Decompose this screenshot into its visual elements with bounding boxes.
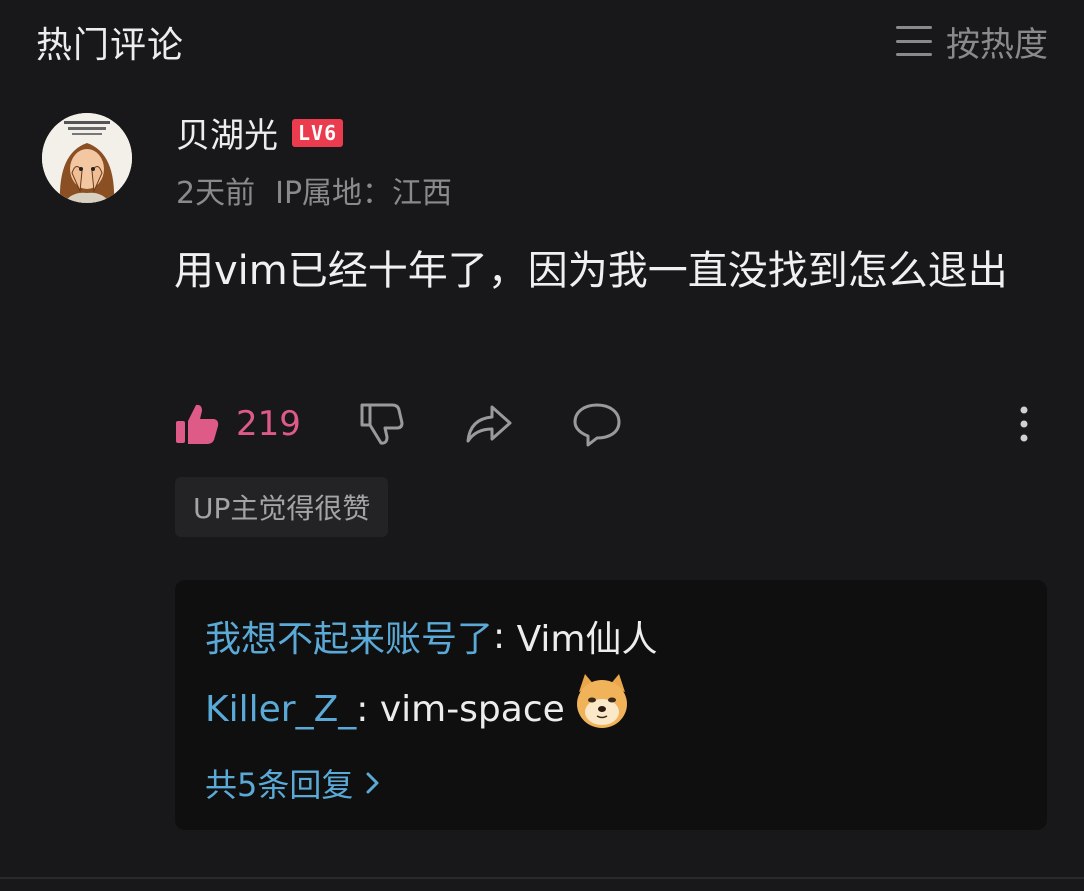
up-liked-tag: UP主觉得很赞 — [175, 477, 389, 537]
comment-time: 2天前 — [176, 176, 256, 211]
reply-item[interactable]: Killer_Z_ : vim-space — [205, 674, 633, 732]
replies-preview[interactable]: 我想不起来账号了 : Vim仙人 Killer_Z_ : vim-space 共… — [175, 580, 1047, 830]
comment-author-row: 贝湖光 LV6 — [176, 108, 344, 157]
comments-header: 热门评论 按热度 — [0, 0, 1084, 84]
share-arrow-icon — [466, 405, 512, 443]
reply-author[interactable]: Killer_Z_ — [205, 689, 356, 730]
share-button[interactable] — [464, 398, 514, 450]
divider — [0, 877, 1084, 879]
like-count: 219 — [236, 404, 301, 444]
doge-emoji — [576, 674, 627, 728]
reply-item[interactable]: 我想不起来账号了 : Vim仙人 — [205, 610, 658, 662]
thumbs-up-icon — [176, 404, 219, 444]
avatar[interactable] — [42, 113, 132, 203]
reply-total-label: 共5条回复 — [205, 766, 354, 804]
thumbs-down-icon — [360, 403, 404, 445]
ip-location: IP属地：江西 — [275, 176, 453, 211]
section-title: 热门评论 — [36, 25, 185, 66]
level-badge: LV6 — [292, 118, 344, 147]
chevron-right-icon — [366, 772, 379, 794]
reply-text: vim-space — [379, 688, 565, 730]
reply-text: Vim仙人 — [516, 619, 658, 660]
comment-body: 用vim已经十年了，因为我一直没找到怎么退出 — [174, 248, 1008, 294]
sort-label: 按热度 — [946, 24, 1048, 65]
reply-separator: : — [493, 615, 517, 657]
chat-bubble-icon — [573, 403, 621, 447]
menu-lines-icon — [896, 26, 932, 56]
more-options-button[interactable] — [1012, 398, 1036, 450]
reply-separator: : — [356, 688, 380, 730]
dislike-button[interactable] — [358, 398, 404, 450]
more-vertical-icon — [1020, 406, 1028, 442]
comment-actions: 219 — [174, 398, 1044, 450]
comment-meta: 2天前 IP属地：江西 — [176, 168, 452, 212]
sort-by-hot-button[interactable]: 按热度 — [896, 16, 1048, 66]
reply-button[interactable] — [572, 398, 622, 450]
avatar-image — [42, 113, 132, 203]
view-all-replies-link[interactable]: 共5条回复 — [205, 760, 381, 806]
reply-author[interactable]: 我想不起来账号了 — [205, 610, 493, 662]
like-button[interactable]: 219 — [174, 398, 301, 450]
username[interactable]: 贝湖光 — [176, 108, 278, 157]
